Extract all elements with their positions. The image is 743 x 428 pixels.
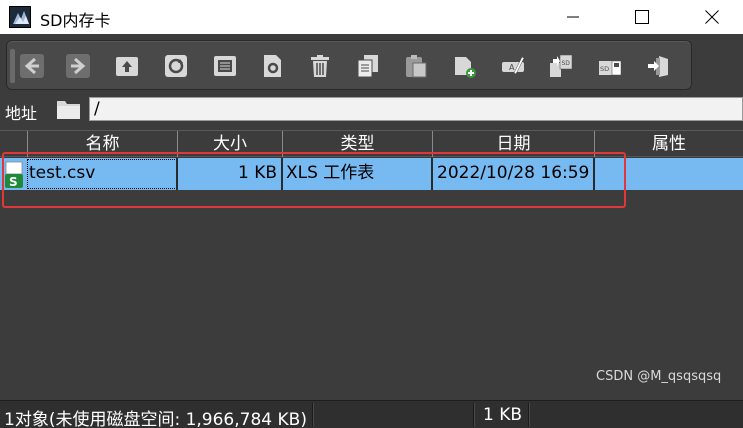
status-size: 1 KB	[483, 405, 523, 425]
status-divider	[528, 403, 530, 427]
paste-icon[interactable]	[401, 51, 431, 81]
watermark-text: CSDN @M_qsqsqsq	[596, 369, 722, 384]
window-title: SD内存卡	[40, 11, 111, 30]
address-label: 地址	[5, 104, 38, 123]
app-icon	[9, 6, 31, 28]
forward-icon[interactable]	[63, 51, 93, 81]
svg-text:SD: SD	[562, 60, 571, 67]
status-bar: 1对象(未使用磁盘空间: 1,966,784 KB) 1 KB	[0, 400, 743, 428]
status-objects: 1对象(未使用磁盘空间: 1,966,784 KB)	[4, 410, 307, 428]
refresh-icon[interactable]	[161, 51, 191, 81]
copy-icon[interactable]	[353, 51, 383, 81]
svg-text:A: A	[509, 63, 515, 72]
status-divider	[473, 403, 475, 427]
minimize-button[interactable]	[550, 0, 596, 34]
annotation-highlight-box	[2, 152, 626, 208]
maximize-button[interactable]	[619, 0, 665, 34]
title-bar: SD内存卡	[0, 0, 743, 34]
toolbar-grip[interactable]	[10, 49, 15, 83]
sd-save-icon[interactable]: SD	[595, 51, 625, 81]
toolbar: A SD SD	[6, 40, 692, 90]
sd-transfer-icon[interactable]: SD	[546, 51, 576, 81]
address-input[interactable]: /	[89, 97, 743, 121]
status-divider	[312, 403, 314, 427]
svg-text:SD: SD	[600, 65, 609, 73]
back-icon[interactable]	[17, 51, 47, 81]
exit-icon[interactable]	[644, 51, 674, 81]
properties-icon[interactable]	[257, 51, 287, 81]
rename-icon[interactable]: A	[498, 51, 528, 81]
view-icon[interactable]	[210, 51, 240, 81]
up-folder-icon[interactable]	[112, 51, 142, 81]
delete-icon[interactable]	[305, 51, 335, 81]
new-folder-icon[interactable]	[450, 51, 480, 81]
close-button[interactable]	[689, 0, 735, 34]
folder-icon	[56, 98, 82, 120]
